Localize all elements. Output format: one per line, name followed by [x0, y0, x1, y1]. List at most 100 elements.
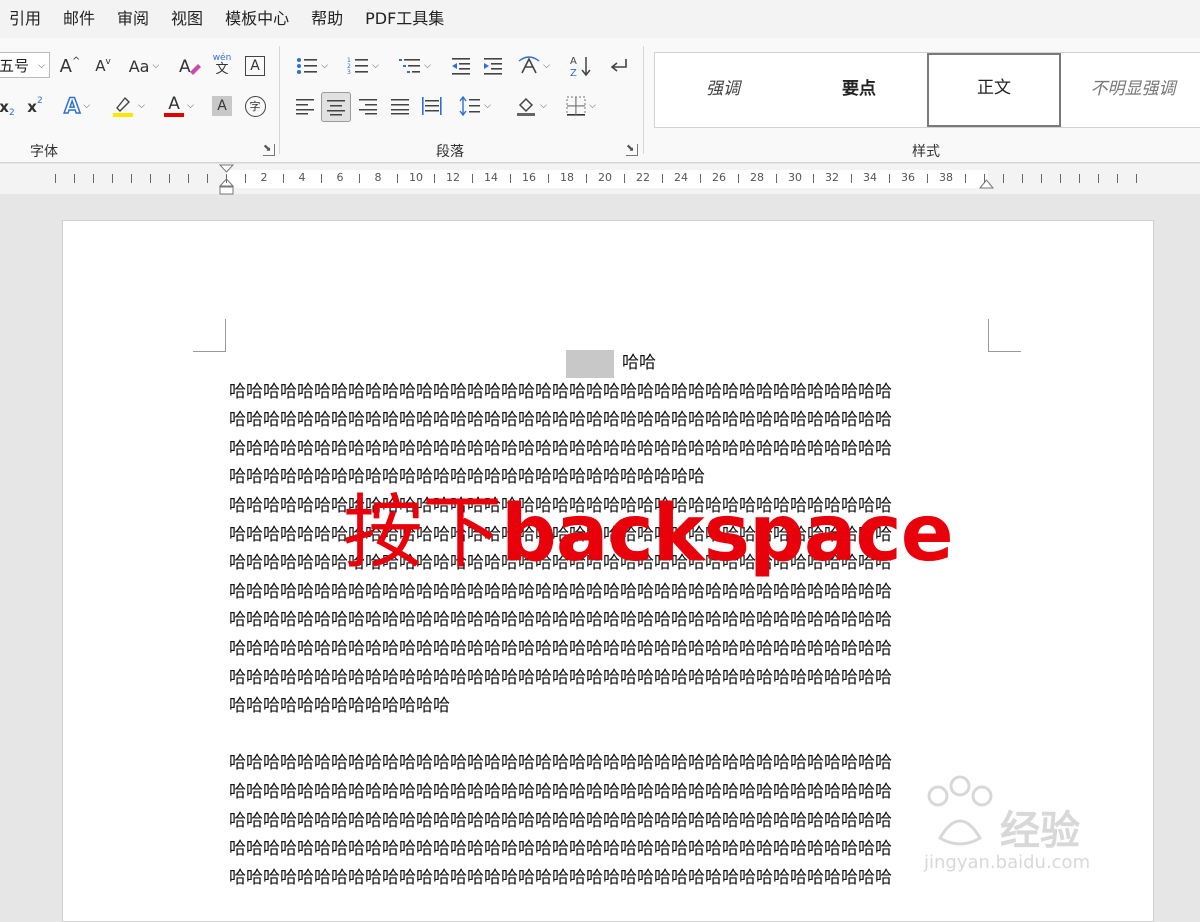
ruler-number: 20: [598, 171, 612, 184]
menu-review[interactable]: 审阅: [106, 0, 160, 38]
subscript-icon: x: [0, 98, 9, 116]
empty-paragraph[interactable]: [229, 721, 993, 750]
character-border-icon: A: [245, 56, 265, 76]
chevron-down-icon: ⌵: [540, 101, 547, 111]
paint-bucket-icon: [517, 97, 536, 116]
ruler-number: 2: [260, 171, 268, 184]
text-line: 哈哈哈哈哈哈哈哈哈哈哈哈哈哈哈哈哈哈哈哈哈哈哈哈哈哈哈哈哈哈哈哈哈哈哈哈哈哈哈: [229, 867, 892, 888]
paragraph-3[interactable]: 哈哈哈哈哈哈哈哈哈哈哈哈哈哈哈哈哈哈哈哈哈哈哈哈哈哈哈哈哈哈哈哈哈哈哈哈哈哈哈 …: [229, 749, 993, 892]
align-left-button[interactable]: [292, 93, 318, 119]
menu-help[interactable]: 帮助: [300, 0, 354, 38]
numbering-button[interactable]: 1 2 3 ⌵: [342, 53, 384, 79]
text-effects-button[interactable]: A ⌵: [56, 93, 98, 119]
menu-mailings[interactable]: 邮件: [52, 0, 106, 38]
chevron-down-icon: ⌵: [138, 101, 145, 111]
overlay-cjk-text: 按下: [343, 486, 502, 579]
character-border-button[interactable]: A: [243, 53, 267, 79]
shrink-font-button[interactable]: Av: [90, 53, 116, 79]
dialog-launcher-icon[interactable]: ⬊: [263, 144, 275, 156]
paragraph-group: ⌵ 1 2 3 ⌵ ⌵ ⌵ AZ ⌵ ⌵ ⌵ 段落 ⬊: [280, 38, 642, 162]
dialog-launcher-icon[interactable]: ⬊: [626, 144, 638, 156]
watermark: 经验 jingyan.baidu.com: [914, 770, 1154, 880]
menu-pdf-tools[interactable]: PDF工具集: [354, 0, 455, 38]
text-line: 哈哈哈哈哈哈哈哈哈哈哈哈哈: [229, 696, 450, 717]
align-left-icon: [296, 99, 314, 115]
align-right-button[interactable]: [355, 93, 381, 119]
font-size-select[interactable]: 五号 ⌵: [0, 52, 50, 78]
subscript-mark: 2: [8, 108, 15, 118]
distribute-button[interactable]: [419, 93, 445, 119]
caret-down-icon: v: [105, 57, 111, 67]
font-color-swatch: [164, 113, 185, 117]
chevron-down-icon: ⌵: [484, 101, 491, 111]
line-spacing-icon: [459, 96, 481, 116]
phonetic-guide-button[interactable]: wén 文: [208, 50, 236, 80]
clear-format-icon: A: [179, 57, 201, 77]
style-normal[interactable]: 正文: [927, 53, 1061, 127]
bullet-list-icon: [297, 58, 318, 74]
bullets-button[interactable]: ⌵: [292, 53, 332, 79]
menu-references[interactable]: 引用: [0, 0, 52, 38]
ruler-number: 38: [939, 171, 953, 184]
ruler-number: 22: [636, 171, 650, 184]
borders-icon: [566, 96, 586, 116]
menu-template-center[interactable]: 模板中心: [214, 0, 300, 38]
horizontal-ruler[interactable]: 2 4 6 8 10 12 14 16 18 20 22 24 26 28 30 32 34 36 38: [0, 164, 1200, 196]
svg-text:3: 3: [347, 69, 351, 76]
style-strong[interactable]: 要点: [791, 53, 927, 127]
ruler-tick: [321, 174, 322, 183]
ruler-tick: [169, 174, 170, 183]
ruler-tick: [700, 174, 701, 183]
enclose-characters-button[interactable]: 字: [242, 93, 268, 119]
font-color-button[interactable]: A ⌵: [156, 93, 202, 119]
ruler-number: 4: [298, 171, 306, 184]
shading-button[interactable]: ⌵: [510, 93, 552, 119]
sort-button[interactable]: AZ: [567, 53, 593, 79]
increase-indent-button[interactable]: [480, 53, 506, 79]
borders-button[interactable]: ⌵: [560, 93, 602, 119]
menu-view[interactable]: 视图: [160, 0, 214, 38]
change-case-button[interactable]: Aa ⌵: [124, 53, 164, 79]
right-indent-marker-icon[interactable]: [979, 176, 995, 190]
chevron-down-icon: ⌵: [187, 101, 194, 111]
line-spacing-button[interactable]: ⌵: [454, 93, 496, 119]
show-marks-button[interactable]: [606, 53, 632, 79]
decrease-indent-button[interactable]: [448, 53, 474, 79]
ruler-tick: [1098, 174, 1099, 183]
superscript-button[interactable]: x2: [24, 94, 46, 120]
margin-corner-mark: [193, 319, 226, 352]
ruler-number: 26: [712, 171, 726, 184]
style-subtle-emphasis[interactable]: 不明显强调: [1063, 53, 1200, 127]
svg-text:A: A: [570, 56, 577, 67]
shrink-font-icon: A: [95, 57, 106, 75]
ruler-number: 24: [674, 171, 688, 184]
chinese-layout-icon: [518, 56, 540, 74]
ruler-tick: [472, 174, 473, 183]
distribute-icon: [422, 97, 442, 115]
grow-font-button[interactable]: A ^: [56, 53, 84, 79]
chinese-layout-button[interactable]: ⌵: [514, 53, 554, 79]
align-center-button[interactable]: [321, 92, 351, 122]
character-shading-button[interactable]: A: [210, 93, 234, 119]
indent-marker-icon[interactable]: [219, 164, 235, 196]
instruction-overlay: 按下backspace: [343, 468, 954, 584]
heading-paragraph[interactable]: 哈哈: [229, 349, 993, 378]
text-line: 哈哈哈哈哈哈哈哈哈哈哈哈哈哈哈哈哈哈哈哈哈哈哈哈哈哈哈哈哈哈哈哈哈哈哈哈哈哈哈: [229, 753, 892, 774]
ruler-number: 10: [409, 171, 423, 184]
multilevel-list-button[interactable]: ⌵: [394, 53, 436, 79]
ruler-tick: [397, 174, 398, 183]
group-divider: [643, 46, 644, 154]
ribbon: 五号 ⌵ A ^ Av Aa ⌵ A wén 文 A x2 x2 A ⌵ ⌵ A…: [0, 38, 1200, 163]
ruler-number: 6: [336, 171, 344, 184]
clear-format-button[interactable]: A: [176, 53, 204, 79]
style-emphasis[interactable]: 强调: [655, 53, 791, 127]
subscript-button[interactable]: x2: [0, 94, 16, 120]
justify-button[interactable]: [387, 93, 413, 119]
ruler-tick: [510, 174, 511, 183]
highlight-button[interactable]: ⌵: [106, 93, 150, 119]
ruler-tick: [851, 174, 852, 183]
margin-corner-mark: [988, 319, 1021, 352]
paragraph-mark-icon: [610, 59, 627, 72]
document-body[interactable]: 哈哈 哈哈哈哈哈哈哈哈哈哈哈哈哈哈哈哈哈哈哈哈哈哈哈哈哈哈哈哈哈哈哈哈哈哈哈哈哈…: [229, 349, 993, 892]
ruler-tick: [283, 174, 284, 183]
